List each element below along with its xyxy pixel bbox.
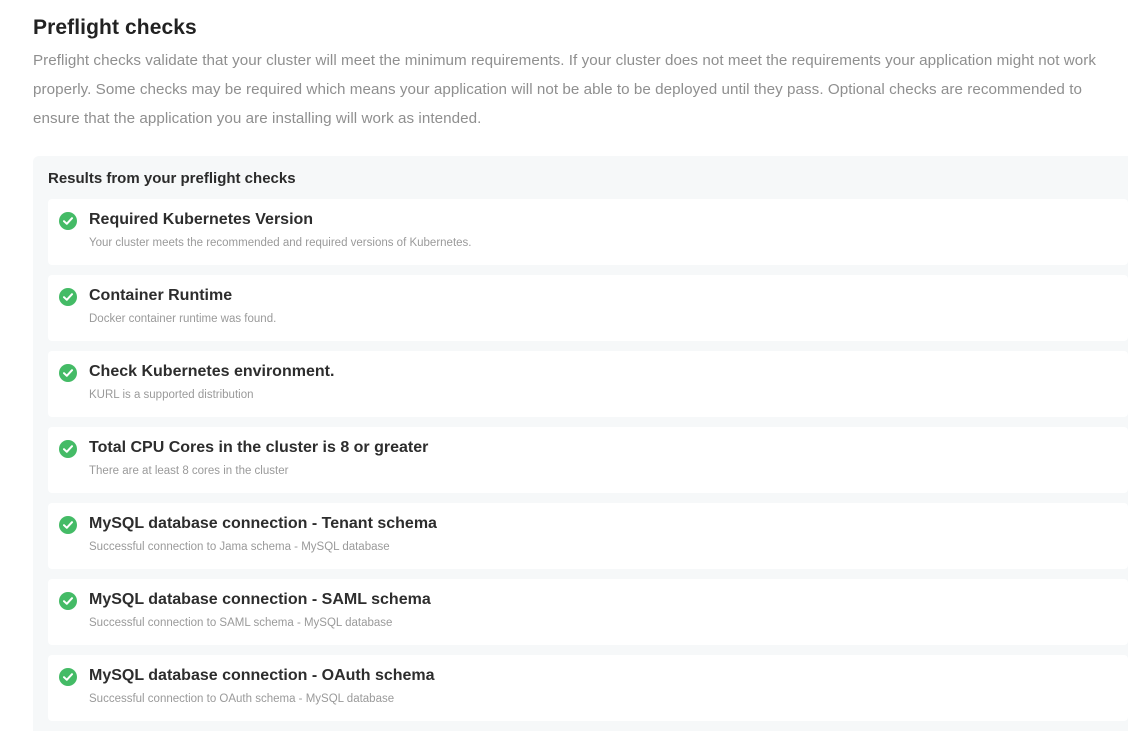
check-message: Successful connection to OAuth schema - … [89, 693, 395, 705]
check-item-mysql-saml: MySQL database connection - SAML schema … [48, 579, 1128, 645]
check-circle-icon [59, 288, 77, 306]
check-item-kubernetes-environment: Check Kubernetes environment. KURL is a … [48, 351, 1128, 417]
preflight-checks-page: Preflight checks Preflight checks valida… [0, 0, 1128, 731]
check-title: MySQL database connection - OAuth schema [89, 667, 435, 684]
check-message: Docker container runtime was found. [89, 313, 277, 325]
check-list: Required Kubernetes Version Your cluster… [48, 199, 1128, 721]
check-circle-icon [59, 668, 77, 686]
results-title: Results from your preflight checks [48, 170, 296, 187]
check-message: There are at least 8 cores in the cluste… [89, 465, 289, 477]
check-item-cpu-cores: Total CPU Cores in the cluster is 8 or g… [48, 427, 1128, 493]
check-circle-icon [59, 592, 77, 610]
check-title: Required Kubernetes Version [89, 211, 314, 228]
check-item-mysql-tenant: MySQL database connection - Tenant schem… [48, 503, 1128, 569]
check-item-mysql-oauth: MySQL database connection - OAuth schema… [48, 655, 1128, 721]
check-circle-icon [59, 364, 77, 382]
check-title: Container Runtime [89, 287, 233, 304]
check-title: Check Kubernetes environment. [89, 363, 335, 380]
check-item-container-runtime: Container Runtime Docker container runti… [48, 275, 1128, 341]
check-circle-icon [59, 516, 77, 534]
check-title: MySQL database connection - Tenant schem… [89, 515, 437, 532]
check-message: Successful connection to SAML schema - M… [89, 617, 393, 629]
check-message: Successful connection to Jama schema - M… [89, 541, 390, 553]
check-circle-icon [59, 212, 77, 230]
check-message: Your cluster meets the recommended and r… [89, 237, 472, 249]
page-description: Preflight checks validate that your clus… [33, 52, 1097, 127]
page-title: Preflight checks [33, 16, 197, 39]
check-item-kubernetes-version: Required Kubernetes Version Your cluster… [48, 199, 1128, 265]
check-title: MySQL database connection - SAML schema [89, 591, 431, 608]
check-message: KURL is a supported distribution [89, 389, 254, 401]
check-circle-icon [59, 440, 77, 458]
check-title: Total CPU Cores in the cluster is 8 or g… [89, 439, 429, 456]
results-panel: Results from your preflight checks Requi… [33, 156, 1128, 731]
